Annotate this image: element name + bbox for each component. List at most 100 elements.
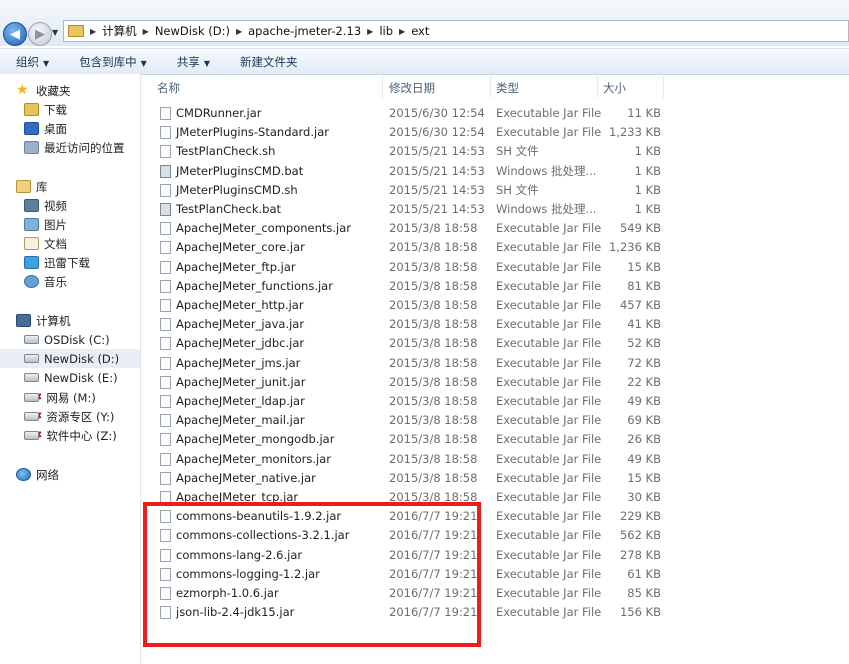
file-date: 2015/3/8 18:58 — [389, 374, 478, 389]
column-divider[interactable] — [597, 74, 598, 98]
chevron-right-icon[interactable]: ▶ — [399, 27, 405, 36]
nav-pictures[interactable]: 图片 — [24, 215, 67, 234]
file-size: 562 KB — [619, 528, 661, 543]
desktop-icon — [24, 122, 39, 135]
file-row[interactable]: ApacheJMeter_native.jar 2015/3/8 18:58 Exe… — [141, 469, 849, 488]
file-row[interactable]: JMeterPluginsCMD.bat 2015/5/21 14:53 Windo… — [141, 162, 849, 181]
nav-drive-m[interactable]: ✖ 网易 (M:) — [24, 388, 96, 407]
file-size: 1,233 KB — [608, 125, 661, 140]
chevron-right-icon[interactable]: ▶ — [236, 27, 242, 36]
chevron-down-icon: ▼ — [140, 58, 147, 68]
highlight-box — [143, 502, 481, 647]
share-label: 共享 — [176, 54, 200, 69]
column-divider[interactable] — [490, 74, 491, 98]
chevron-right-icon[interactable]: ▶ — [90, 27, 96, 36]
include-in-library-button[interactable]: 包含到库中 ▼ — [79, 54, 147, 70]
nav-drive-d-label: NewDisk (D:) — [44, 351, 120, 366]
bat-file-icon — [160, 164, 171, 178]
file-row[interactable]: ApacheJMeter_jms.jar 2015/3/8 18:58 Execut… — [141, 354, 849, 373]
file-row[interactable]: ApacheJMeter_ftp.jar 2015/3/8 18:58 Execut… — [141, 258, 849, 277]
column-header-type[interactable]: 类型 — [496, 80, 519, 96]
new-folder-button[interactable]: 新建文件夹 — [240, 54, 298, 70]
chevron-right-icon[interactable]: ▶ — [367, 27, 373, 36]
file-name: TestPlanCheck.sh — [176, 144, 276, 159]
nav-documents[interactable]: 文档 — [24, 234, 67, 253]
nav-thunder-downloads[interactable]: 迅雷下载 — [24, 253, 90, 272]
back-button[interactable]: ◀ — [3, 22, 27, 46]
jar-file-icon — [160, 375, 171, 389]
file-row[interactable]: JMeterPlugins-Standard.jar 2015/6/30 12:5… — [141, 123, 849, 142]
nav-videos[interactable]: 视频 — [24, 196, 67, 215]
file-row[interactable]: ApacheJMeter_junit.jar 2015/3/8 18:58 Exec… — [141, 373, 849, 392]
column-header-size[interactable]: 大小 — [603, 80, 626, 96]
nav-network[interactable]: 网络 — [16, 465, 59, 484]
column-divider[interactable] — [382, 74, 383, 98]
file-name: JMeterPlugins-Standard.jar — [176, 125, 329, 140]
breadcrumb-ext[interactable]: ext — [411, 24, 429, 38]
breadcrumb[interactable]: ▶ 计算机 ▶ NewDisk (D:) ▶ apache-jmeter-2.1… — [63, 20, 849, 42]
breadcrumb-jmeter[interactable]: apache-jmeter-2.13 — [248, 24, 361, 38]
jar-file-icon — [160, 395, 171, 408]
nav-drive-d[interactable]: NewDisk (D:) — [0, 349, 140, 368]
file-row[interactable]: ApacheJMeter_mongodb.jar 2015/3/8 18:58 Ex… — [141, 430, 849, 449]
file-size: 52 KB — [627, 336, 661, 351]
nav-music[interactable]: 音乐 — [24, 272, 67, 291]
column-header-name[interactable]: 名称 — [157, 80, 180, 96]
nav-drive-m-label: 网易 (M:) — [46, 390, 96, 405]
arrow-left-icon: ◀ — [10, 26, 20, 42]
file-size: 11 KB — [627, 106, 661, 120]
nav-network-label: 网络 — [36, 467, 59, 482]
column-divider[interactable] — [663, 74, 664, 98]
organize-button[interactable]: 组织 ▼ — [16, 54, 49, 70]
breadcrumb-drive[interactable]: NewDisk (D:) — [155, 24, 230, 38]
nav-recent-places[interactable]: 最近访问的位置 — [24, 138, 125, 157]
nav-drive-y[interactable]: ✖ 资源专区 (Y:) — [24, 407, 114, 426]
nav-drive-c[interactable]: OSDisk (C:) — [24, 330, 110, 349]
file-row[interactable]: ApacheJMeter_functions.jar 2015/3/8 18:58… — [141, 277, 849, 296]
nav-favorites[interactable]: ★ 收藏夹 — [16, 81, 71, 100]
chevron-down-icon: ▼ — [203, 58, 210, 68]
chevron-right-icon[interactable]: ▶ — [143, 27, 149, 36]
file-name: JMeterPluginsCMD.sh — [176, 182, 298, 197]
file-row[interactable]: TestPlanCheck.sh 2015/5/21 14:53 SH 文件 1 KB — [141, 142, 849, 161]
network-drive-disconnected-icon — [24, 412, 39, 421]
nav-drive-c-label: OSDisk (C:) — [44, 332, 110, 347]
file-size: 1 KB — [634, 202, 661, 216]
file-row[interactable]: ApacheJMeter_java.jar 2015/3/8 18:58 Execu… — [141, 315, 849, 334]
file-row[interactable]: ApacheJMeter_http.jar 2015/3/8 18:58 Execu… — [141, 296, 849, 315]
file-row[interactable]: ApacheJMeter_core.jar 2015/3/8 18:58 Execu… — [141, 238, 849, 257]
recent-places-icon — [24, 141, 39, 154]
jar-file-icon — [160, 356, 171, 370]
file-row[interactable]: ApacheJMeter_components.jar 2015/3/8 18:5… — [141, 219, 849, 238]
recent-pages-dropdown[interactable]: ▼ — [52, 28, 58, 37]
jar-file-icon — [160, 126, 171, 140]
star-icon: ★ — [16, 82, 29, 98]
download-folder-icon — [24, 103, 39, 116]
share-button[interactable]: 共享 ▼ — [177, 54, 210, 70]
nav-drive-e[interactable]: NewDisk (E:) — [24, 368, 118, 387]
breadcrumb-lib[interactable]: lib — [379, 24, 393, 38]
nav-libraries[interactable]: 库 — [16, 177, 48, 196]
file-row[interactable]: ApacheJMeter_jdbc.jar 2015/3/8 18:58 Execu… — [141, 334, 849, 353]
jar-file-icon — [160, 107, 171, 120]
file-size: 15 KB — [627, 470, 661, 485]
file-row[interactable]: ApacheJMeter_mail.jar 2015/3/8 18:58 Execu… — [141, 411, 849, 430]
file-type: SH 文件 — [496, 144, 539, 159]
nav-desktop[interactable]: 桌面 — [24, 119, 67, 138]
file-row[interactable]: ApacheJMeter_ldap.jar 2015/3/8 18:58 Execu… — [141, 392, 849, 411]
file-row[interactable]: TestPlanCheck.bat 2015/5/21 14:53 Windows … — [141, 200, 849, 219]
breadcrumb-computer[interactable]: 计算机 — [102, 23, 137, 39]
file-row[interactable]: ApacheJMeter_monitors.jar 2015/3/8 18:58 E… — [141, 450, 849, 469]
video-library-icon — [24, 199, 39, 212]
drive-icon — [24, 373, 39, 382]
nav-downloads[interactable]: 下载 — [24, 100, 67, 119]
nav-drive-z[interactable]: ✖ 软件中心 (Z:) — [24, 426, 117, 445]
nav-computer[interactable]: 计算机 — [16, 311, 71, 330]
forward-button[interactable]: ▶ — [28, 22, 52, 46]
file-date: 2015/3/8 18:58 — [389, 355, 478, 370]
column-header-date[interactable]: 修改日期 — [389, 80, 435, 96]
file-date: 2015/6/30 12:54 — [389, 125, 485, 140]
file-row[interactable]: JMeterPluginsCMD.sh 2015/5/21 14:53 SH 文件 1… — [141, 181, 849, 200]
network-drive-disconnected-icon — [24, 431, 39, 440]
file-row[interactable]: CMDRunner.jar 2015/6/30 12:54 Executable J… — [141, 104, 849, 123]
